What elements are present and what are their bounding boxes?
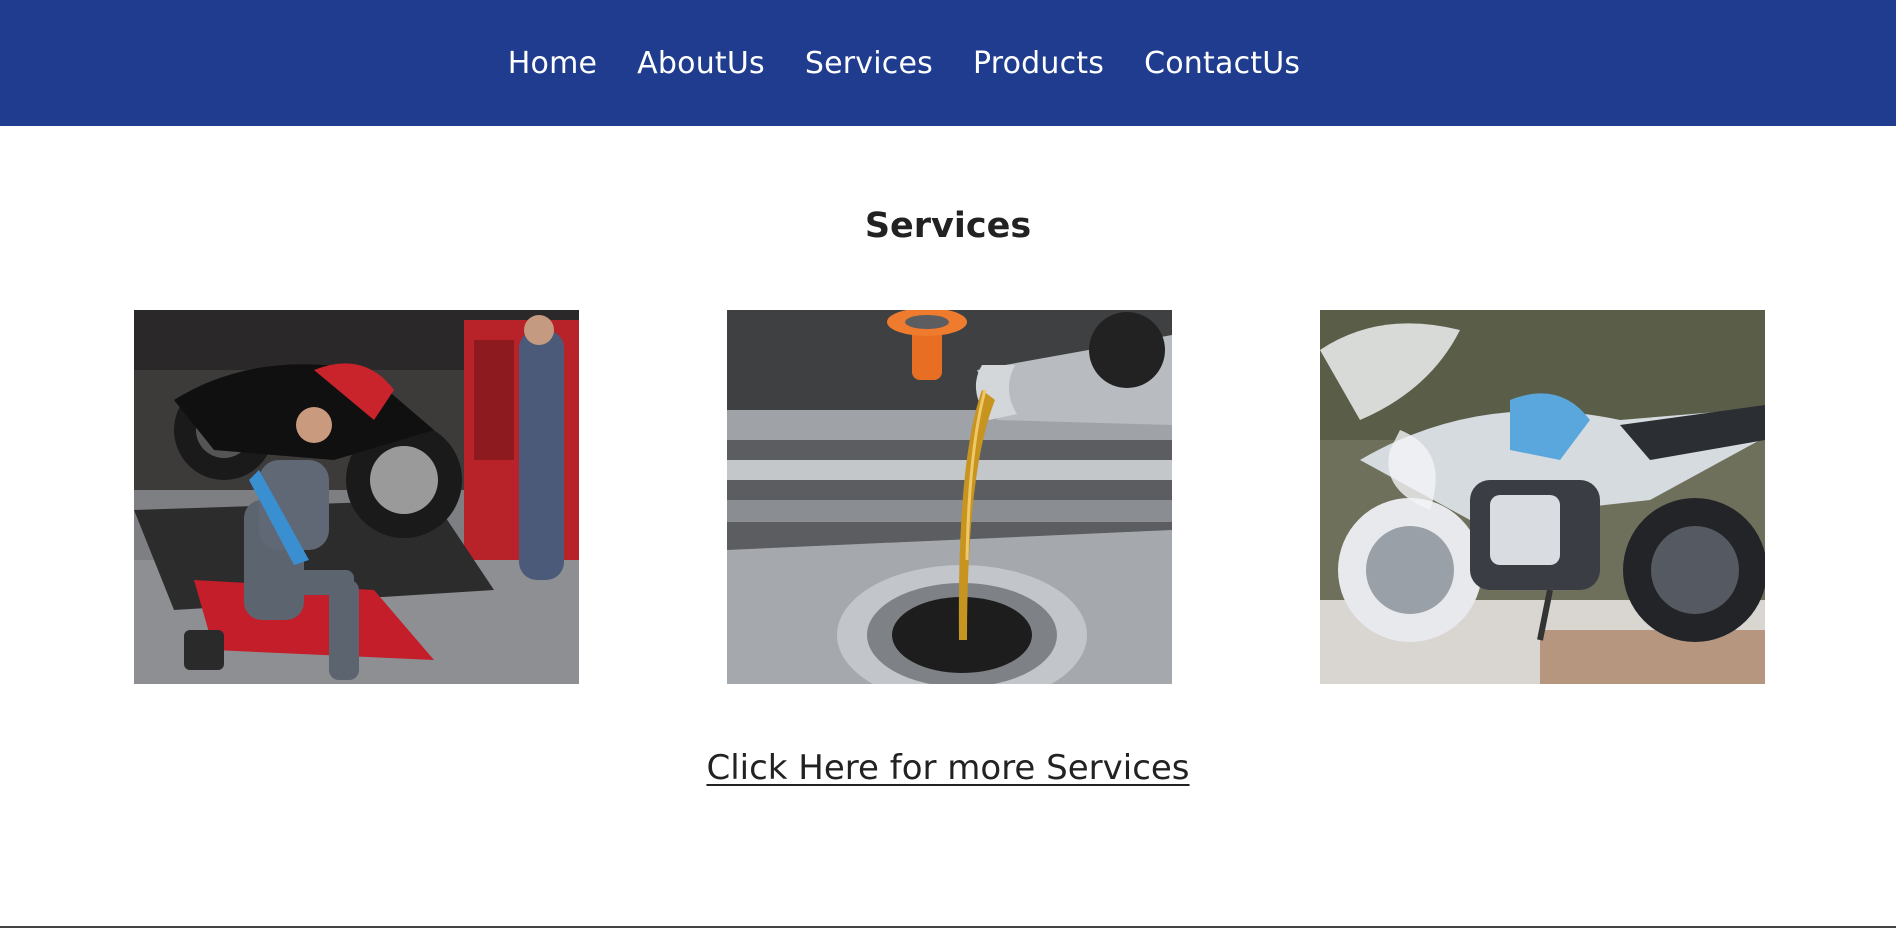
top-navbar: Home AboutUs Services Products ContactUs bbox=[0, 0, 1896, 126]
nav-item-aboutus: AboutUs bbox=[637, 46, 765, 81]
nav-link-home[interactable]: Home bbox=[508, 46, 597, 81]
nav-menu: Home AboutUs Services Products ContactUs bbox=[508, 46, 1300, 81]
service-image-repair bbox=[134, 310, 579, 684]
engine-oil-pour-photo-icon bbox=[727, 310, 1172, 684]
nav-item-home: Home bbox=[508, 46, 597, 81]
nav-item-contactus: ContactUs bbox=[1144, 46, 1300, 81]
nav-link-contactus[interactable]: ContactUs bbox=[1144, 46, 1300, 81]
motorcycle-repair-photo-icon bbox=[134, 310, 579, 684]
service-image-wash bbox=[1320, 310, 1765, 684]
service-image-oil-change bbox=[727, 310, 1172, 684]
more-services-link[interactable]: Click Here for more Services bbox=[706, 748, 1189, 788]
nav-link-aboutus[interactable]: AboutUs bbox=[637, 46, 765, 81]
more-services-container: Click Here for more Services bbox=[0, 748, 1896, 788]
nav-item-products: Products bbox=[973, 46, 1104, 81]
nav-item-services: Services bbox=[805, 46, 933, 81]
motorcycle-wash-photo-icon bbox=[1320, 310, 1765, 684]
services-title: Services bbox=[864, 206, 1032, 246]
nav-link-products[interactable]: Products bbox=[973, 46, 1104, 81]
nav-link-services[interactable]: Services bbox=[805, 46, 933, 81]
